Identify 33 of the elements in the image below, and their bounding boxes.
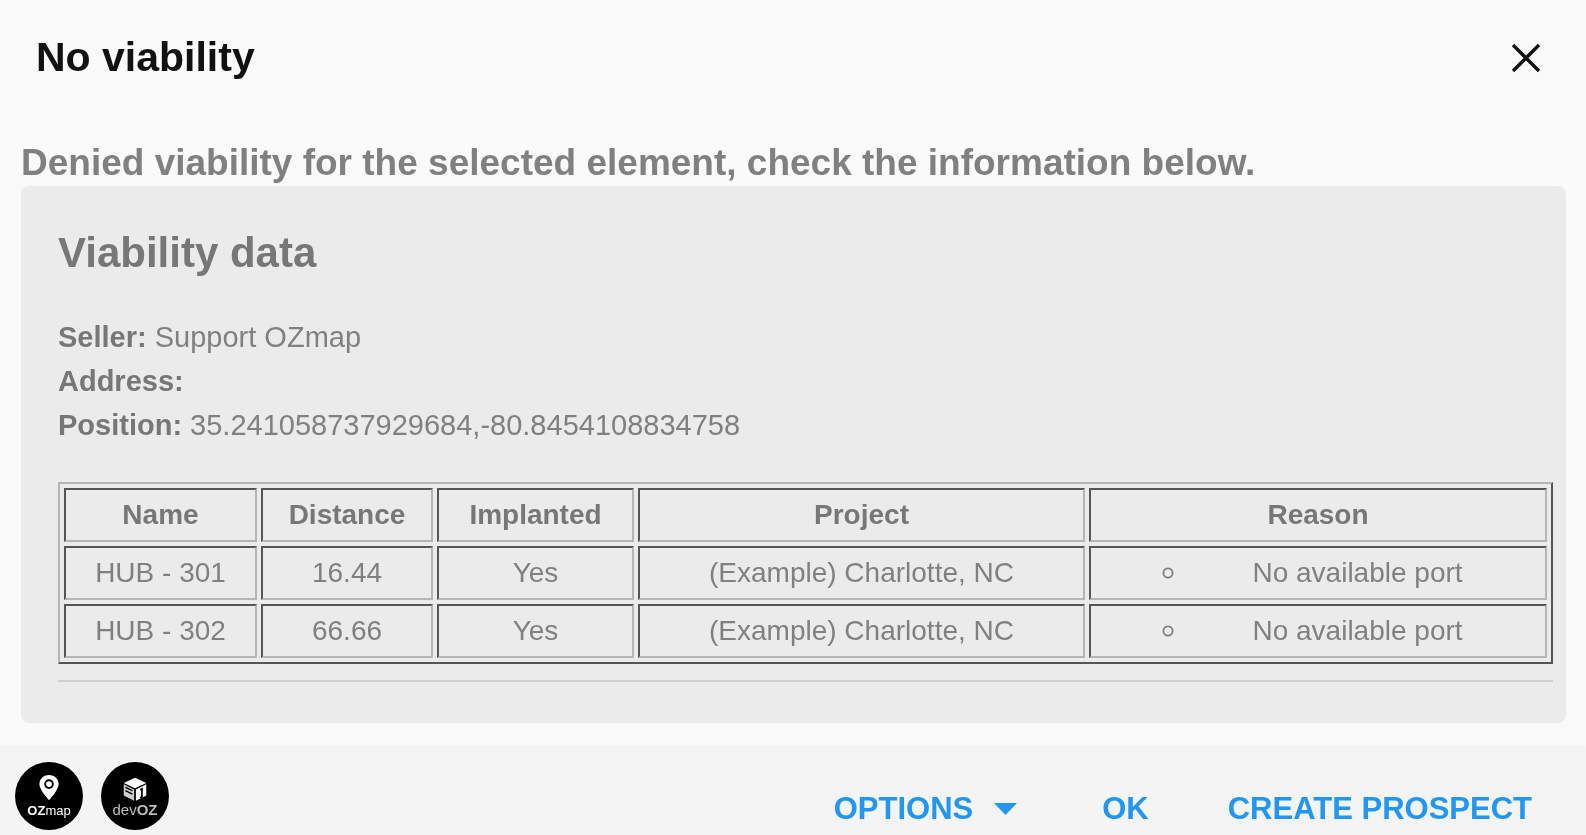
table-cell: 66.66	[261, 604, 433, 658]
dialog-button[interactable]: OK	[1088, 786, 1163, 832]
reason-text: No available port	[1251, 557, 1464, 589]
dialog-message: Denied viability for the selected element, check the information below.	[21, 141, 1257, 185]
panel-title: Viability data	[58, 228, 318, 278]
table-cell: HUB - 301	[64, 546, 257, 600]
map-pin-icon	[37, 774, 61, 803]
column-header: Implanted	[437, 488, 634, 542]
column-header: Reason	[1089, 488, 1547, 542]
column-header: Distance	[261, 488, 433, 542]
table-cell: Yes	[437, 546, 634, 600]
info-line: Address:	[58, 364, 185, 399]
dialog-button[interactable]: CREATE PROSPECT	[1213, 786, 1546, 832]
close-icon	[1511, 43, 1541, 73]
table-cell: Yes	[437, 604, 634, 658]
table-cell: (Example) Charlotte, NC	[638, 546, 1085, 600]
table-cell: (Example) Charlotte, NC	[638, 604, 1085, 658]
caret-icon	[994, 803, 1018, 815]
column-header: Project	[638, 488, 1085, 542]
dialog-title: No viability	[36, 33, 255, 82]
bullet-icon	[1162, 625, 1174, 637]
table-cell: 16.44	[261, 546, 433, 600]
reason-text: No available port	[1251, 615, 1464, 647]
cube-icon	[122, 775, 148, 802]
logo-text: OZmap	[27, 804, 71, 818]
close-button[interactable]	[1511, 43, 1541, 73]
bullet-icon	[1162, 567, 1174, 579]
logo-text: devOZ	[112, 802, 158, 817]
info-line: Seller: Support OZmap	[58, 320, 363, 355]
column-header: Name	[64, 488, 257, 542]
info-line: Position: 35.241058737929684,-80.8454108834758	[58, 408, 742, 443]
table-cell: HUB - 302	[64, 604, 257, 658]
options-dropdown-button[interactable]: OPTIONS	[819, 786, 1032, 832]
